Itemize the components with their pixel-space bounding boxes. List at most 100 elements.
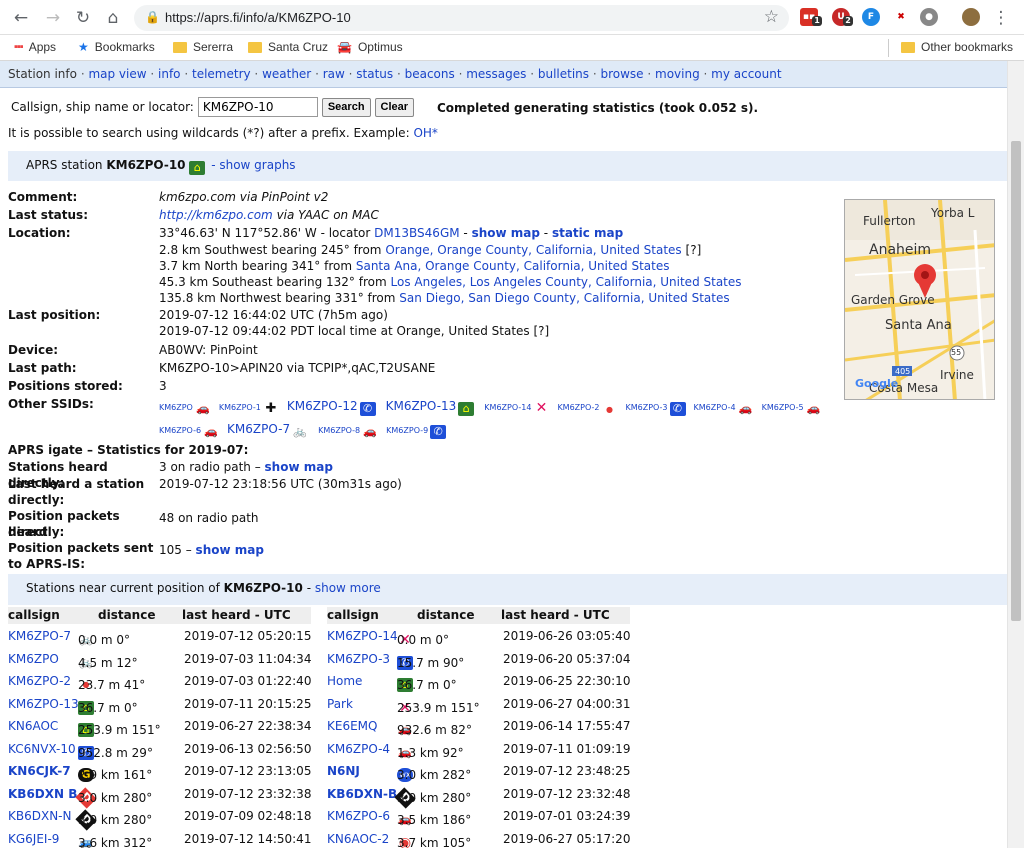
near-stations-header: Stations near current position of KM6ZPO… [8, 574, 1007, 605]
extension-icon[interactable]: F [862, 8, 880, 26]
nav-link-raw[interactable]: raw [323, 67, 345, 81]
nav-link-weather[interactable]: weather [262, 67, 311, 81]
map-label: Fullerton [863, 214, 916, 228]
station-link[interactable]: KM6ZPO [8, 652, 59, 666]
station-link[interactable]: KM6ZPO-3 [327, 652, 390, 666]
station-link[interactable]: KM6ZPO-4 [327, 742, 390, 756]
ssid-link[interactable]: KM6ZPO [159, 403, 193, 412]
station-link[interactable]: KM6ZPO-14 [327, 629, 398, 643]
nav-link-beacons[interactable]: beacons [405, 67, 455, 81]
place-link[interactable]: San Diego, San Diego County, California,… [399, 291, 729, 305]
station-link[interactable]: KG6JEI-9 [8, 832, 59, 846]
bookmark-optimus[interactable]: 🚘 Optimus [337, 40, 403, 54]
status-url-link[interactable]: http://km6zpo.com [159, 208, 273, 222]
search-input[interactable] [197, 97, 318, 117]
scrollbar-thumb[interactable] [1011, 141, 1021, 621]
ssid-link[interactable]: KM6ZPO-3 [625, 403, 667, 412]
bookmark-apps[interactable]: ▪▪▪ Apps [14, 40, 56, 54]
forward-icon[interactable]: → [42, 7, 64, 29]
station-link[interactable]: Home [327, 674, 362, 688]
address-bar[interactable]: 🔒 https://aprs.fi/info/a/KM6ZPO-10 ☆ [134, 5, 789, 31]
station-link[interactable]: KB6DXN-B [327, 787, 397, 801]
heard-map-link[interactable]: show map [265, 460, 333, 474]
hint-example-link[interactable]: OH* [413, 126, 437, 140]
ssid-link[interactable]: KM6ZPO-7 [227, 422, 290, 436]
scrollbar[interactable] [1007, 61, 1024, 848]
bookmark-other[interactable]: Other bookmarks [901, 40, 1013, 54]
extension-icon[interactable]: ✖ [892, 8, 910, 26]
nav-link-telemetry[interactable]: telemetry [192, 67, 251, 81]
clear-button[interactable]: Clear [374, 97, 415, 117]
nav-link-messages[interactable]: messages [466, 67, 526, 81]
place-link[interactable]: Orange, Orange County, California, Unite… [385, 243, 681, 257]
station-callsign: KM6ZPO-10 [106, 158, 186, 172]
ssid-link[interactable]: KM6ZPO-6 [159, 426, 201, 435]
place-link[interactable]: Santa Ana, Orange County, California, Un… [356, 259, 670, 273]
nav-link-map-view[interactable]: map view [88, 67, 146, 81]
ssid-link[interactable]: KM6ZPO-4 [694, 403, 736, 412]
status-message: Completed generating statistics (took 0.… [437, 101, 759, 115]
station-link[interactable]: KM6ZPO-2 [8, 674, 71, 688]
distance-value: 36.7 m 0° [78, 700, 138, 715]
menu-icon[interactable]: ⋮ [990, 7, 1012, 29]
bookmark-label: Sererra [193, 40, 234, 54]
nav-separator: · [311, 67, 323, 81]
bookmark-santa-cruz[interactable]: Santa Cruz [248, 40, 328, 54]
locator-link[interactable]: DM13BS46GM [374, 226, 459, 240]
ssid-link[interactable]: KM6ZPO-9 [386, 426, 428, 435]
nav-link-status[interactable]: status [356, 67, 393, 81]
station-link[interactable]: KN6CJK-7 [8, 764, 71, 778]
map-label: Santa Ana [885, 318, 952, 333]
search-label: Callsign, ship name or locator: [11, 100, 194, 114]
nav-link-browse[interactable]: browse [600, 67, 643, 81]
station-link[interactable]: KM6ZPO-7 [8, 629, 71, 643]
ssid-link[interactable]: KM6ZPO-1 [219, 403, 261, 412]
bookmark-bookmarks[interactable]: ★ Bookmarks [78, 40, 155, 54]
static-map-link[interactable]: static map [552, 226, 623, 240]
bookmark-sererra[interactable]: Sererra [173, 40, 233, 54]
station-link[interactable]: KM6ZPO-13 [8, 697, 79, 711]
ssid-link[interactable]: KM6ZPO-13 [386, 399, 457, 413]
show-more-link[interactable]: show more [315, 581, 381, 595]
reload-icon[interactable]: ↻ [72, 7, 94, 29]
nav-separator: · [589, 67, 601, 81]
nav-link-moving[interactable]: moving [655, 67, 700, 81]
extension-icon[interactable]: ● [920, 8, 938, 26]
station-link[interactable]: KB6DXN B [8, 787, 77, 801]
table-row: KN6AOC-2 ◉ 3.7 km 105° 2019-06-27 05:17:20 [327, 828, 647, 848]
station-link[interactable]: KB6DXN-N [8, 809, 71, 823]
ssid-link[interactable]: KM6ZPO-12 [287, 399, 358, 413]
place-link[interactable]: Los Angeles, Los Angeles County, Califor… [391, 275, 742, 289]
station-link[interactable]: N6NJ [327, 764, 360, 778]
table-row: Home ⌂ 36.7 m 0° 2019-06-25 22:30:10 [327, 670, 647, 692]
nav-link-bulletins[interactable]: bulletins [538, 67, 589, 81]
ssid-link[interactable]: KM6ZPO-2 [557, 403, 599, 412]
ssid-link[interactable]: KM6ZPO-8 [318, 426, 360, 435]
heard-value: 3 on radio path – [159, 460, 261, 474]
nav-link-info[interactable]: info [158, 67, 181, 81]
avatar[interactable] [962, 8, 980, 26]
station-link[interactable]: KN6AOC [8, 719, 58, 733]
pos-sent-map-link[interactable]: show map [196, 543, 264, 557]
search-button[interactable]: Search [321, 97, 371, 117]
distance-value: 15.7 m 90° [397, 655, 465, 670]
ssid-link[interactable]: KM6ZPO-5 [762, 403, 804, 412]
url-text[interactable]: https://aprs.fi/info/a/KM6ZPO-10 [165, 10, 351, 25]
home-icon[interactable]: ⌂ [102, 7, 124, 29]
location-map[interactable]: Fullerton Yorba L Anaheim Garden Grove S… [844, 199, 995, 400]
station-link[interactable]: KM6ZPO-6 [327, 809, 390, 823]
nav-link-my-account[interactable]: my account [711, 67, 781, 81]
station-link[interactable]: KC6NVX-10 [8, 742, 76, 756]
table-row: KB6DXN-B D 3.0 km 280° 2019-07-12 23:32:48 [327, 783, 647, 809]
table-row: KM6ZPO-3 ✆ 15.7 m 90° 2019-06-20 05:37:04 [327, 648, 647, 670]
back-icon[interactable]: ← [10, 7, 32, 29]
show-map-link[interactable]: show map [472, 226, 540, 240]
station-link[interactable]: Park [327, 697, 353, 711]
distance-value: 3.6 km 312° [78, 835, 153, 848]
station-link[interactable]: KN6AOC-2 [327, 832, 389, 846]
show-graphs-link[interactable]: - show graphs [211, 158, 295, 172]
ssid-link[interactable]: KM6ZPO-14 [484, 403, 531, 412]
help-marker[interactable]: [?] [686, 243, 702, 257]
bookmark-star-icon[interactable]: ☆ [764, 7, 779, 27]
station-link[interactable]: KE6EMQ [327, 719, 377, 733]
